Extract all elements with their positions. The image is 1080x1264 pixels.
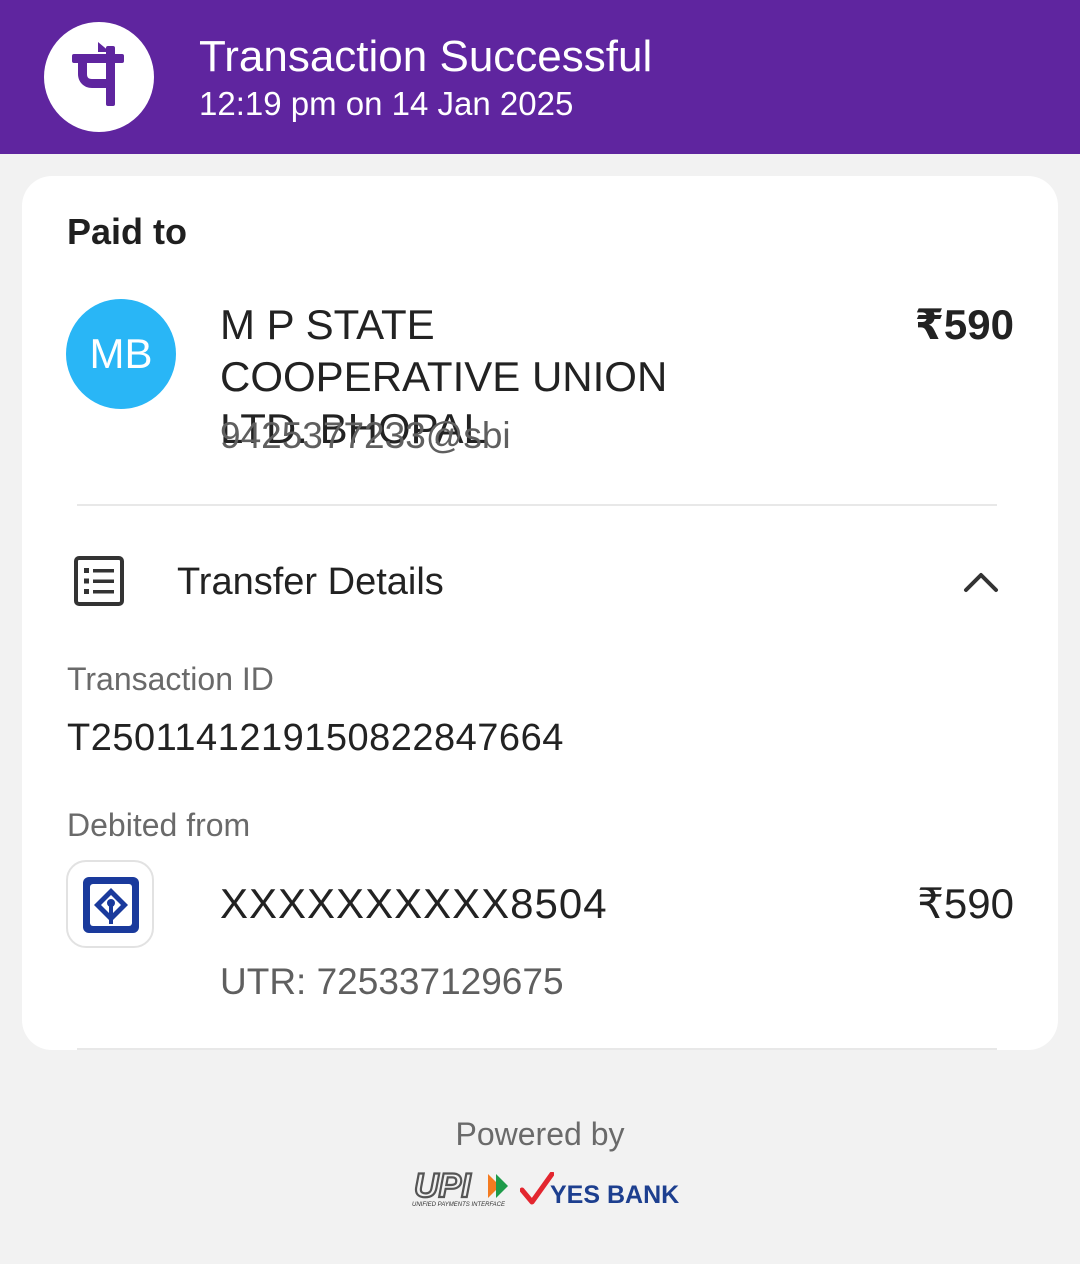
yes-bank-tick-icon — [519, 1171, 555, 1211]
utr-number: UTR: 725337129675 — [220, 961, 564, 1002]
account-number: XXXXXXXXXX8504 — [220, 880, 608, 927]
payee-avatar: MB — [66, 299, 176, 409]
transaction-id-label: Transaction ID — [67, 661, 274, 697]
transaction-status-title: Transaction Successful — [199, 32, 653, 81]
debited-from-label: Debited from — [67, 807, 251, 843]
svg-text:UPI: UPI — [414, 1170, 472, 1202]
payee-upi-id: 9425377233@sbi — [220, 415, 511, 456]
yes-bank-logo-text: YES BANK — [550, 1181, 680, 1209]
debited-amount: ₹590 — [917, 880, 1014, 927]
paid-amount: ₹590 — [914, 301, 1014, 348]
transaction-datetime: 12:19 pm on 14 Jan 2025 — [199, 85, 574, 122]
transfer-details-title[interactable]: Transfer Details — [177, 560, 444, 604]
chevron-up-icon[interactable] — [962, 568, 1000, 599]
transaction-card: Paid to MB M P STATE COOPERATIVE UNION L… — [22, 176, 1058, 1050]
receipt-list-icon — [73, 555, 125, 612]
divider — [77, 504, 997, 506]
paid-to-label: Paid to — [67, 211, 188, 252]
header-bar: Transaction Successful 12:19 pm on 14 Ja… — [0, 0, 1080, 154]
transaction-id-value: T2501141219150822847664 — [67, 717, 564, 759]
sbi-bank-icon — [66, 860, 154, 948]
powered-by-label: Powered by — [455, 1116, 625, 1152]
upi-logo-subtext: UNIFIED PAYMENTS INTERFACE — [412, 1202, 506, 1208]
phonepe-logo-icon — [44, 22, 154, 132]
divider — [77, 1048, 997, 1050]
